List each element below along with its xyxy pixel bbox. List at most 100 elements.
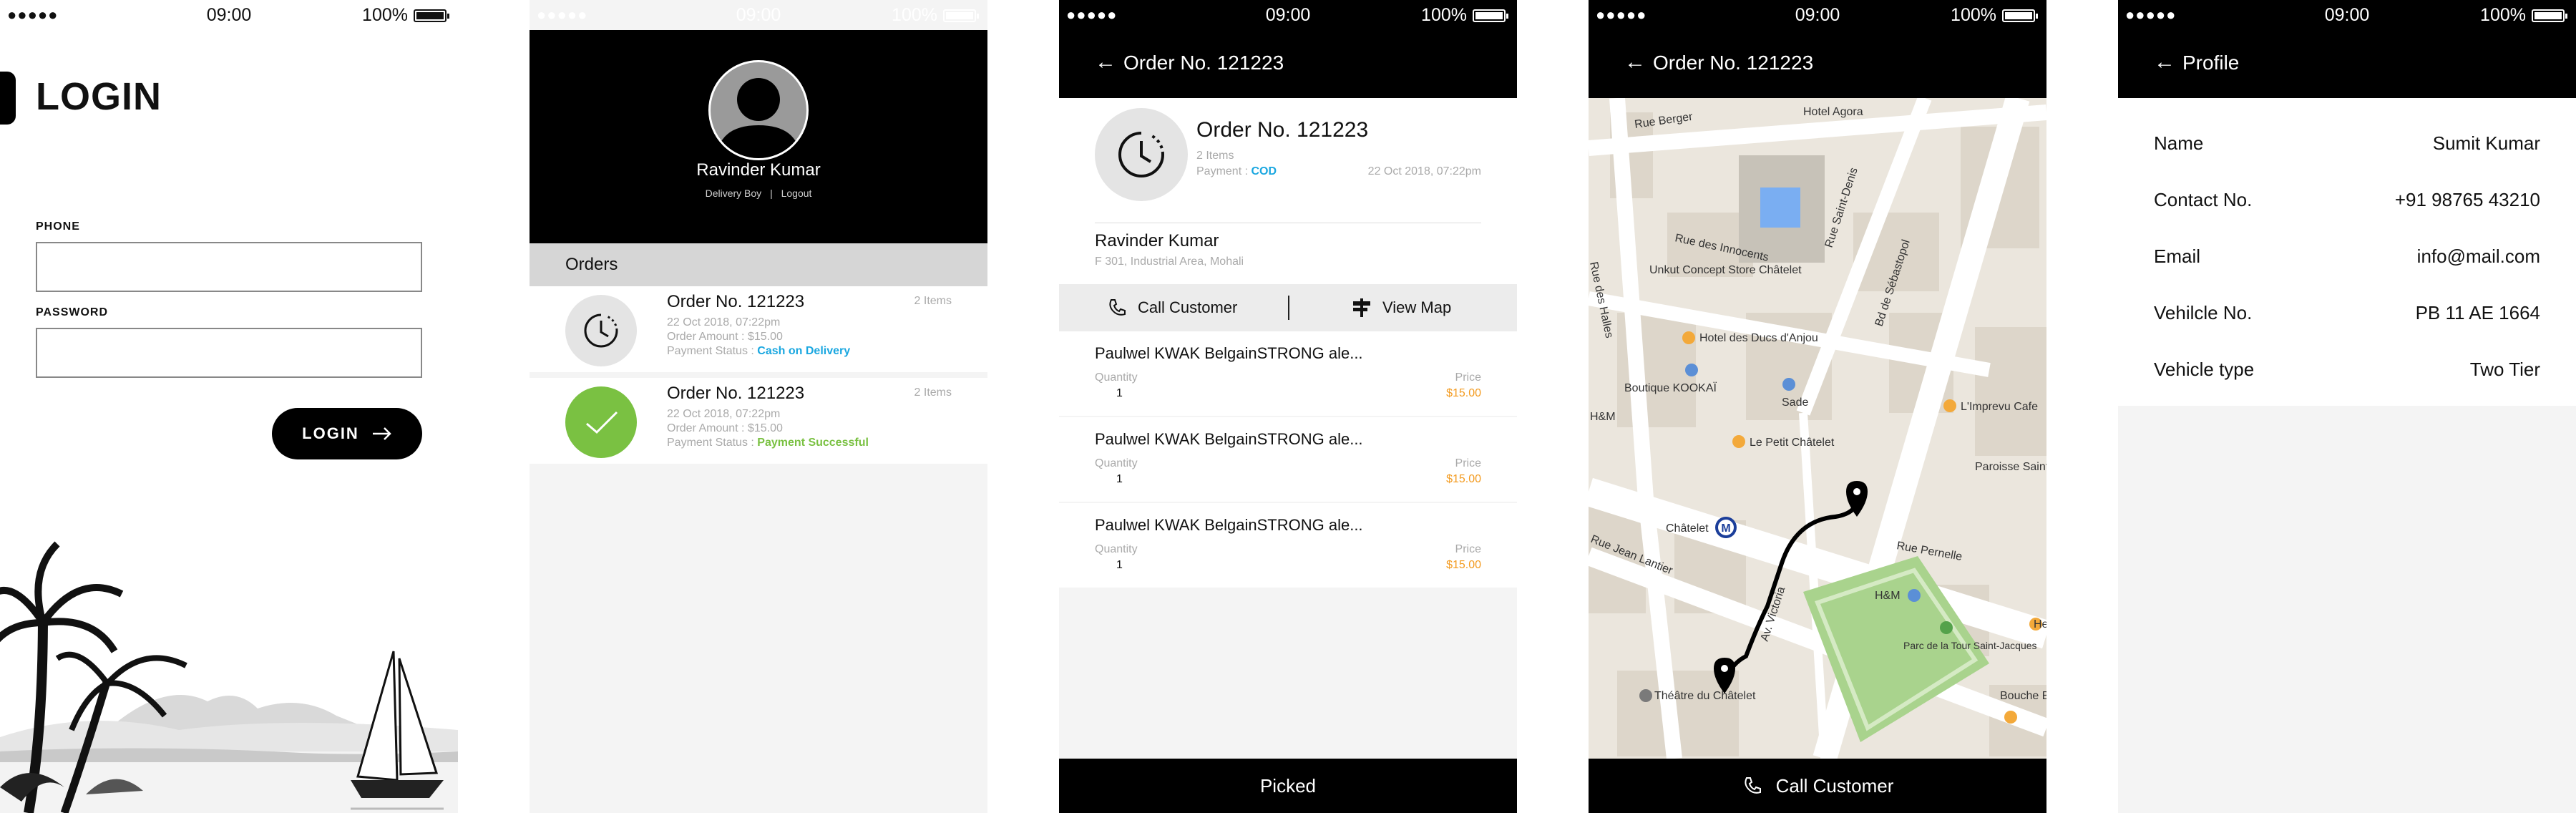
customer-name: Ravinder Kumar <box>1095 231 1219 250</box>
payment-method: Payment : COD <box>1196 165 1277 178</box>
field-label: Vehilcle No. <box>2154 302 2253 323</box>
field-label: Vehicle type <box>2154 359 2255 380</box>
price-value: $15.00 <box>1446 559 1481 571</box>
order-detail-screen: ← Order No. 121223 ●●●●● 09:00 100% Orde… <box>1059 0 1517 813</box>
price-label: Price <box>1455 371 1481 384</box>
order-items-count: 2 Items <box>1196 150 1234 162</box>
quantity-label: Quantity <box>1095 457 1138 469</box>
payment-value: COD <box>1251 165 1277 177</box>
profile-row-email: Email info@mail.com <box>2154 245 2540 274</box>
map-label: Hotel Agora <box>1803 106 1863 118</box>
check-icon <box>586 411 618 434</box>
order-amount: Order Amount : $15.00 <box>667 422 783 434</box>
quantity-value: 1 <box>1116 387 1123 399</box>
view-map-button[interactable]: View Map <box>1351 297 1451 318</box>
back-arrow-icon[interactable]: ← <box>2154 50 2175 74</box>
battery-percent: 100% <box>1421 5 1467 25</box>
map-label: Bouche B <box>2000 690 2046 702</box>
quantity-value: 1 <box>1116 473 1123 485</box>
header-title: Order No. 121223 <box>1653 52 1814 74</box>
profile-row-vehicle-no: Vehilcle No. PB 11 AE 1664 <box>2154 302 2540 331</box>
profile-row-name: Name Sumit Kumar <box>2154 132 2540 161</box>
call-customer-button[interactable]: Call Customer <box>1589 759 2046 813</box>
profile-screen: ← Profile ●●●●● 09:00 100% Name Sumit Ku… <box>2118 0 2576 813</box>
profile-row-vehicle-type: Vehicle type Two Tier <box>2154 359 2540 387</box>
profile-details: Name Sumit Kumar Contact No. +91 98765 4… <box>2118 98 2576 406</box>
product-row: Paulwel KWAK BelgainSTRONG ale... Quanti… <box>1059 503 1517 588</box>
order-title: Order No. 121223 <box>667 292 805 311</box>
payment-status-label: Payment Status : <box>667 345 754 357</box>
call-customer-button[interactable]: Call Customer <box>1106 297 1237 318</box>
logout-link[interactable]: Logout <box>781 188 812 199</box>
separator: | <box>770 188 773 199</box>
orders-heading: Orders <box>530 243 987 286</box>
phone-label: PHONE <box>36 220 80 233</box>
status-bar: ●●●●● 09:00 100% <box>0 0 458 30</box>
avatar[interactable] <box>708 60 809 160</box>
battery-percent: 100% <box>362 5 408 25</box>
map-label: H&M <box>1875 590 1901 602</box>
arrow-right-icon <box>372 427 391 440</box>
clock-icon <box>584 313 618 348</box>
back-arrow-icon[interactable]: ← <box>1095 50 1116 74</box>
orders-heading-label: Orders <box>565 255 618 274</box>
map-label: Unkut Concept Store Châtelet <box>1649 264 1802 276</box>
profile-name: Ravinder Kumar <box>696 160 821 180</box>
metro-icon: M <box>1715 517 1737 538</box>
field-value: Two Tier <box>2469 359 2540 380</box>
map-label: H&M <box>1590 411 1616 423</box>
app-header: ← Order No. 121223 <box>1059 30 1517 98</box>
field-label: Name <box>2154 132 2204 154</box>
phone-icon <box>1745 777 1761 794</box>
login-screen: ●●●●● 09:00 100% LOGIN PHONE PASSWORD LO… <box>0 0 458 813</box>
divider <box>1288 296 1289 320</box>
map-view[interactable]: M Rue Berger Hotel Agora Rue des Innocen… <box>1589 98 2046 759</box>
order-date: 22 Oct 2018, 07:22pm <box>667 316 781 328</box>
map-label: Paroisse Saint M <box>1975 461 2046 473</box>
map-label: Châtelet <box>1666 522 1709 535</box>
order-title: Order No. 121223 <box>667 384 805 403</box>
user-icon <box>716 78 801 158</box>
quantity-label: Quantity <box>1095 543 1138 555</box>
page-title: LOGIN <box>36 75 162 118</box>
clock-icon <box>1118 132 1165 177</box>
phone-input[interactable] <box>36 242 422 292</box>
profile-header: Ravinder Kumar Delivery Boy | Logout <box>530 30 987 243</box>
profile-subline: Delivery Boy | Logout <box>530 188 987 199</box>
product-row: Paulwel KWAK BelgainSTRONG ale... Quanti… <box>1059 331 1517 416</box>
order-title: Order No. 121223 <box>1196 118 1369 142</box>
payment-status-label: Payment Status : <box>667 437 754 449</box>
status-bar: ●●●●● 09:00 100% <box>1059 0 1517 30</box>
field-label: Contact No. <box>2154 189 2253 210</box>
back-arrow-icon[interactable]: ← <box>1624 50 1646 74</box>
order-status-circle <box>565 386 637 458</box>
call-customer-label: Call Customer <box>1775 774 1894 797</box>
login-button[interactable]: LOGIN <box>272 408 422 459</box>
quantity-label: Quantity <box>1095 371 1138 384</box>
battery-icon <box>1473 9 1508 22</box>
battery-icon <box>2532 9 2567 22</box>
order-card[interactable]: Order No. 121223 2 Items 22 Oct 2018, 07… <box>530 286 987 372</box>
picked-button[interactable]: Picked <box>1059 759 1517 813</box>
app-header: ← Order No. 121223 <box>1589 30 2046 98</box>
svg-text:M: M <box>1721 522 1730 535</box>
order-date: 22 Oct 2018, 07:22pm <box>1367 165 1481 177</box>
order-summary: Order No. 121223 2 Items Payment : COD 2… <box>1059 98 1517 284</box>
price-label: Price <box>1455 543 1481 555</box>
map-label: Le Petit Châtelet <box>1750 437 1835 449</box>
password-input[interactable] <box>36 328 422 378</box>
map-screen: M Rue Berger Hotel Agora Rue des Innocen… <box>1589 0 2046 813</box>
action-bar: Call Customer View Map <box>1059 284 1517 331</box>
price-label: Price <box>1455 457 1481 469</box>
status-bar: ●●●●● 09:00 100% <box>2118 0 2576 30</box>
map-label: Sade <box>1782 396 1808 409</box>
phone-icon <box>1109 299 1126 316</box>
field-value: +91 98765 43210 <box>2394 189 2540 210</box>
product-row: Paulwel KWAK BelgainSTRONG ale... Quanti… <box>1059 417 1517 502</box>
order-date: 22 Oct 2018, 07:22pm <box>667 408 781 420</box>
battery-percent: 100% <box>2480 5 2526 25</box>
field-value: Sumit Kumar <box>2432 132 2540 154</box>
quantity-value: 1 <box>1116 559 1123 571</box>
order-card[interactable]: Order No. 121223 2 Items 22 Oct 2018, 07… <box>530 378 987 464</box>
status-bar: ●●●●● 09:00 100% <box>1589 0 2046 30</box>
